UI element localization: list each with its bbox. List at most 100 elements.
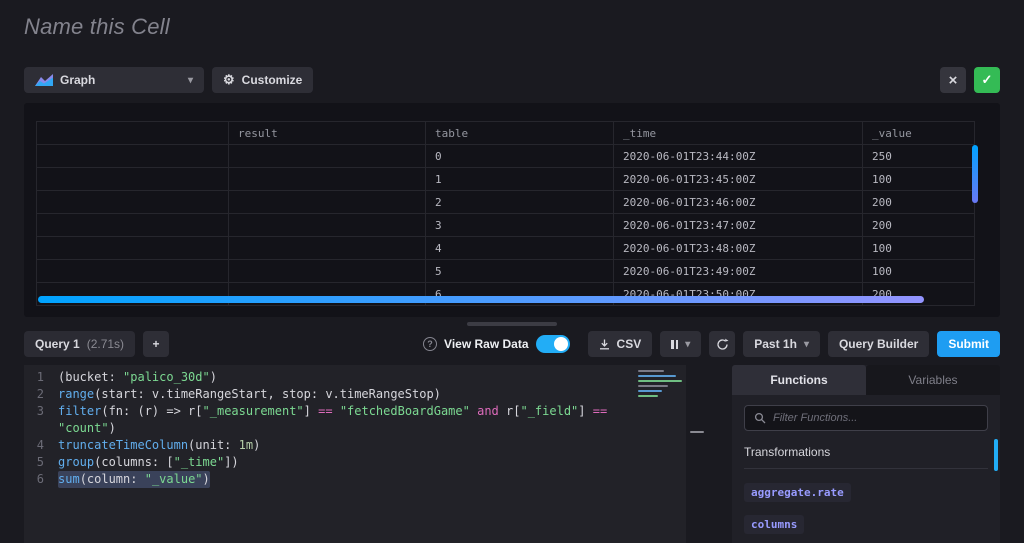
table-cell: 5: [425, 259, 614, 283]
table-cell: [228, 236, 426, 260]
line-number: 5: [36, 455, 44, 469]
table-cell: 250: [862, 144, 975, 168]
resize-drag-handle[interactable]: [467, 322, 557, 326]
table-vertical-scrollbar[interactable]: [972, 145, 978, 203]
tab-functions[interactable]: Functions: [732, 365, 866, 395]
query-duration: (2.71s): [86, 337, 125, 351]
editor-section: 1 (bucket: "palico_30d") 2 range(start: v.t…: [24, 365, 1000, 543]
cancel-button[interactable]: ×: [940, 67, 966, 93]
table-row: 5 2020-06-01T23:49:00Z 100: [36, 259, 975, 283]
table-cell: [36, 144, 229, 168]
line-number: 4: [36, 438, 44, 452]
editor-minimap[interactable]: [632, 365, 686, 543]
table-body: 0 2020-06-01T23:44:00Z 250 1 2020-06-01T23:4…: [36, 144, 975, 306]
add-query-button[interactable]: +: [143, 331, 170, 357]
code-text: filter(fn: (r) => r["_measurement"] == "…: [58, 404, 608, 435]
code-line[interactable]: 2 range(start: v.timeRangeStart, stop: v.…: [24, 386, 632, 403]
code-line[interactable]: 3 filter(fn: (r) => r["_measurement"] == …: [24, 403, 632, 437]
table-row: 3 2020-06-01T23:47:00Z 200: [36, 213, 975, 237]
refresh-button[interactable]: [709, 331, 736, 357]
column-header: _value: [862, 121, 975, 145]
table-cell: 100: [862, 236, 975, 260]
customize-label: Customize: [241, 73, 303, 87]
pause-icon: [671, 339, 679, 349]
table-cell: 2020-06-01T23:45:00Z: [613, 167, 863, 191]
raw-data-panel: result table _time _value 0 2020-06-01T23:44…: [24, 103, 1000, 317]
table-cell: 2020-06-01T23:44:00Z: [613, 144, 863, 168]
function-item[interactable]: aggregate.rate: [744, 483, 851, 502]
download-icon: [599, 339, 610, 350]
table-cell: 2020-06-01T23:49:00Z: [613, 259, 863, 283]
column-header: [36, 121, 229, 145]
view-type-dropdown[interactable]: Graph ▾: [24, 67, 204, 93]
cell-name-input[interactable]: Name this Cell: [24, 14, 170, 40]
checkmark-icon: ✓: [981, 72, 993, 87]
line-number: 2: [36, 387, 44, 401]
query-builder-label: Query Builder: [838, 337, 919, 351]
table-horizontal-scrollbar[interactable]: [38, 296, 924, 303]
view-type-label: Graph: [60, 73, 96, 87]
time-range-label: Past 1h: [754, 337, 797, 351]
tab-variables[interactable]: Variables: [866, 365, 1000, 395]
pane-divider[interactable]: [686, 365, 732, 543]
cell-editor-overlay: Name this Cell Graph ▾ ⚙ Customize × ✓ r…: [0, 0, 1024, 543]
functions-panel: FunctionsVariables Transformations aggre…: [732, 365, 1000, 543]
column-header: _time: [613, 121, 863, 145]
code-text: (bucket: "palico_30d"): [58, 370, 217, 384]
plus-icon: +: [152, 337, 160, 351]
query-tab-name: Query 1: [35, 337, 80, 351]
search-icon: [754, 412, 766, 424]
time-range-dropdown[interactable]: Past 1h ▾: [743, 331, 820, 357]
raw-data-table: result table _time _value 0 2020-06-01T23:44…: [36, 121, 975, 306]
code-text: range(start: v.timeRangeStart, stop: v.t…: [58, 387, 441, 401]
function-item[interactable]: columns: [744, 515, 805, 534]
toggle-knob: [553, 337, 568, 351]
help-icon: ?: [423, 337, 438, 351]
code-lines: 1 (bucket: "palico_30d") 2 range(start: v.t…: [24, 369, 632, 488]
pause-refresh-dropdown[interactable]: ▾: [660, 331, 702, 357]
flux-code-editor[interactable]: 1 (bucket: "palico_30d") 2 range(start: v.t…: [24, 365, 632, 543]
code-line[interactable]: 1 (bucket: "palico_30d"): [24, 369, 632, 386]
table-cell: 200: [862, 190, 975, 214]
table-cell: [228, 144, 426, 168]
function-list: aggregate.ratecolumnscumulativeSum: [744, 483, 988, 543]
table-cell: 100: [862, 259, 975, 283]
refresh-icon: [716, 338, 729, 351]
table-row: 2 2020-06-01T23:46:00Z 200: [36, 190, 975, 214]
table-cell: [36, 236, 229, 260]
visualization-controls: Graph ▾ ⚙ Customize × ✓: [24, 67, 1000, 93]
table-cell: [36, 190, 229, 214]
code-text: group(columns: ["_time"]): [58, 455, 239, 469]
code-line[interactable]: 6 sum(column: "_value"): [24, 471, 632, 488]
csv-label: CSV: [616, 337, 642, 351]
line-number: 3: [36, 404, 44, 418]
table-cell: 4: [425, 236, 614, 260]
customize-button[interactable]: ⚙ Customize: [212, 67, 314, 93]
query-builder-button[interactable]: Query Builder: [827, 331, 930, 357]
transformations-section-title: Transformations: [744, 445, 988, 469]
code-line[interactable]: 5 group(columns: ["_time"]): [24, 454, 632, 471]
function-filter-input[interactable]: [773, 412, 978, 424]
code-line[interactable]: 4 truncateTimeColumn(unit: 1m): [24, 437, 632, 454]
table-row: 4 2020-06-01T23:48:00Z 100: [36, 236, 975, 260]
table-cell: [228, 213, 426, 237]
table-cell: 100: [862, 167, 975, 191]
query-toolbar: Query 1 (2.71s) + ? View Raw Data CSV ▾: [24, 331, 1000, 357]
code-text: sum(column: "_value"): [58, 471, 210, 488]
function-search[interactable]: [744, 405, 988, 431]
function-list-row: columns: [744, 515, 988, 534]
view-raw-data-toggle[interactable]: [535, 335, 570, 353]
query-tab[interactable]: Query 1 (2.71s): [24, 331, 136, 357]
code-text: truncateTimeColumn(unit: 1m): [58, 438, 261, 452]
table-cell: [36, 167, 229, 191]
submit-label: Submit: [948, 337, 989, 351]
table-row: 1 2020-06-01T23:45:00Z 100: [36, 167, 975, 191]
save-cell-button[interactable]: ✓: [974, 67, 1000, 93]
submit-button[interactable]: Submit: [937, 331, 1000, 357]
table-cell: [228, 259, 426, 283]
view-raw-data-group: ? View Raw Data: [423, 335, 570, 353]
table-row: 0 2020-06-01T23:44:00Z 250: [36, 144, 975, 168]
csv-download-button[interactable]: CSV: [587, 331, 653, 357]
line-number: 6: [36, 472, 44, 486]
panel-scrollbar[interactable]: [994, 439, 998, 471]
